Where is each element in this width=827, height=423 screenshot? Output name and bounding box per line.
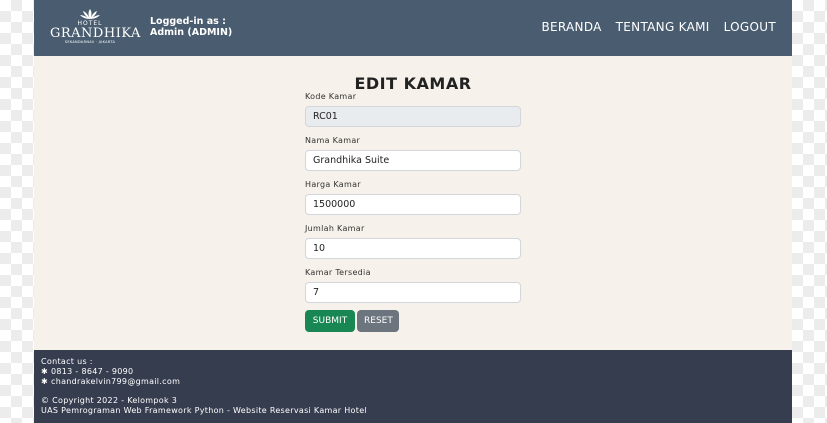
- lotus-icon: [80, 9, 100, 19]
- harga-kamar-input[interactable]: 1500000: [305, 194, 521, 215]
- kode-kamar-input: RC01: [305, 106, 521, 127]
- page-title: EDIT KAMAR: [354, 74, 472, 93]
- nama-kamar-label: Nama Kamar: [305, 136, 361, 145]
- contact-email-line: ✱ chandrakelvin799@gmail.com: [41, 377, 180, 387]
- course-text: UAS Pemrograman Web Framework Python - W…: [41, 406, 367, 415]
- page-frame: HOTEL GRANDHIKA SEKANDARNAV · JAKARTA Lo…: [34, 0, 792, 423]
- edit-room-form: Kode Kamar RC01 Nama Kamar Grandhika Sui…: [305, 92, 522, 332]
- jumlah-kamar-input[interactable]: 10: [305, 238, 521, 259]
- nama-kamar-input[interactable]: Grandhika Suite: [305, 150, 521, 171]
- asterisk-icon: ✱: [41, 377, 49, 386]
- contact-phone: 0813 - 8647 - 9090: [51, 367, 134, 376]
- field-kamar-tersedia: Kamar Tersedia 7: [305, 268, 522, 312]
- main-content: EDIT KAMAR Kode Kamar RC01 Nama Kamar Gr…: [34, 56, 792, 350]
- field-nama-kamar: Nama Kamar Grandhika Suite: [305, 136, 522, 180]
- form-buttons: SUBMIT RESET: [305, 310, 522, 332]
- hotel-logo[interactable]: HOTEL GRANDHIKA SEKANDARNAV · JAKARTA: [50, 8, 141, 48]
- submit-button[interactable]: SUBMIT: [305, 310, 355, 332]
- nav-logout-link[interactable]: LOGOUT: [724, 20, 776, 34]
- asterisk-icon: ✱: [41, 367, 49, 376]
- field-kode-kamar: Kode Kamar RC01: [305, 92, 522, 136]
- nav-beranda-link[interactable]: BERANDA: [541, 20, 601, 34]
- kamar-tersedia-label: Kamar Tersedia: [305, 268, 371, 277]
- harga-kamar-label: Harga Kamar: [305, 180, 361, 189]
- navbar: HOTEL GRANDHIKA SEKANDARNAV · JAKARTA Lo…: [34, 0, 792, 56]
- footer: Contact us : ✱ 0813 - 8647 - 9090 ✱ chandr…: [34, 350, 792, 423]
- nav-tentang-kami-link[interactable]: TENTANG KAMI: [616, 20, 710, 34]
- login-label: Logged-in as :: [150, 16, 226, 27]
- contact-email: chandrakelvin799@gmail.com: [51, 377, 181, 386]
- kamar-tersedia-input[interactable]: 7: [305, 282, 521, 303]
- nav-links: BERANDA TENTANG KAMI LOGOUT: [541, 20, 776, 34]
- field-harga-kamar: Harga Kamar 1500000: [305, 180, 522, 224]
- field-jumlah-kamar: Jumlah Kamar 10: [305, 224, 522, 268]
- contact-heading: Contact us :: [41, 357, 93, 366]
- reset-button[interactable]: RESET: [357, 310, 399, 332]
- jumlah-kamar-label: Jumlah Kamar: [305, 224, 365, 233]
- kode-kamar-label: Kode Kamar: [305, 92, 357, 101]
- copyright-text: © Copyright 2022 - Kelompok 3: [41, 396, 178, 405]
- logo-brand-name: GRANDHIKA: [50, 26, 141, 41]
- login-user: Admin (ADMIN): [150, 27, 233, 38]
- login-info: Logged-in as : Admin (ADMIN): [150, 16, 232, 38]
- footer-copyright: © Copyright 2022 - Kelompok 3 UAS Pemrog…: [41, 396, 367, 416]
- footer-contact: Contact us : ✱ 0813 - 8647 - 9090 ✱ chandr…: [41, 357, 180, 387]
- contact-phone-line: ✱ 0813 - 8647 - 9090: [41, 367, 180, 377]
